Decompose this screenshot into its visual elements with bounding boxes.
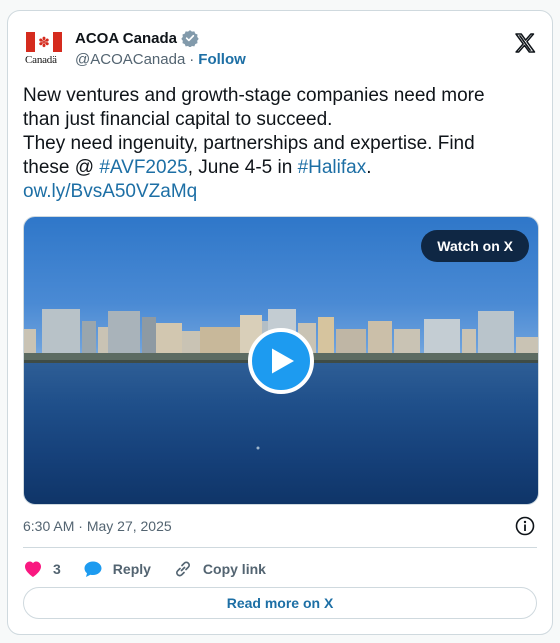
- follow-button[interactable]: Follow: [198, 51, 246, 68]
- video-player[interactable]: Watch on X: [23, 216, 539, 505]
- post-time: 6:30 AM: [23, 518, 75, 534]
- copy-link-button[interactable]: Copy link: [173, 559, 266, 579]
- tweet-text: New ventures and growth-stage companies …: [23, 84, 523, 204]
- divider: [23, 547, 537, 548]
- read-more-button[interactable]: Read more on X: [23, 587, 537, 619]
- like-count: 3: [53, 561, 61, 577]
- reply-label: Reply: [112, 561, 151, 577]
- short-link[interactable]: ow.ly/BvsA50VZaMq: [23, 181, 197, 202]
- heart-icon: [25, 561, 41, 577]
- author-info: ACOA Canada @ACOACanada · Follow: [75, 27, 246, 69]
- tweet-card: ✽ Canadä ACOA Canada @ACOACanada · Follo…: [7, 10, 553, 635]
- play-button[interactable]: [248, 328, 314, 394]
- hashtag-avf2025[interactable]: #AVF2025: [99, 157, 187, 178]
- link-icon: [175, 561, 190, 577]
- reply-button[interactable]: Reply: [83, 560, 151, 578]
- timestamp-separator: ·: [78, 518, 83, 534]
- copy-link-label: Copy link: [202, 561, 266, 577]
- hashtag-halifax[interactable]: #Halifax: [298, 157, 367, 178]
- like-button[interactable]: 3: [23, 560, 61, 578]
- x-logo-icon[interactable]: [513, 31, 537, 55]
- play-icon: [272, 348, 294, 374]
- handle[interactable]: @ACOACanada: [75, 51, 185, 68]
- canada-wordmark: Canadä: [25, 54, 57, 66]
- separator: ·: [189, 50, 195, 68]
- tweet-end-text: .: [366, 157, 372, 178]
- info-icon[interactable]: [515, 516, 535, 536]
- action-bar: 3 Reply Copy link: [23, 555, 288, 583]
- timestamp[interactable]: 6:30 AM · May 27, 2025: [23, 518, 172, 534]
- display-name[interactable]: ACOA Canada: [75, 30, 177, 47]
- tweet-line-1: New ventures and growth-stage companies …: [23, 85, 485, 130]
- canada-flag-icon: ✽: [26, 32, 62, 52]
- verified-icon: [181, 30, 199, 47]
- avatar[interactable]: ✽ Canadä: [23, 29, 67, 69]
- reply-bubble-icon: [84, 561, 102, 577]
- watch-on-x-button[interactable]: Watch on X: [421, 230, 529, 262]
- tweet-header: ✽ Canadä ACOA Canada @ACOACanada · Follo…: [23, 27, 537, 71]
- post-date: May 27, 2025: [86, 518, 172, 534]
- tweet-middle-text: , June 4-5 in: [187, 157, 298, 178]
